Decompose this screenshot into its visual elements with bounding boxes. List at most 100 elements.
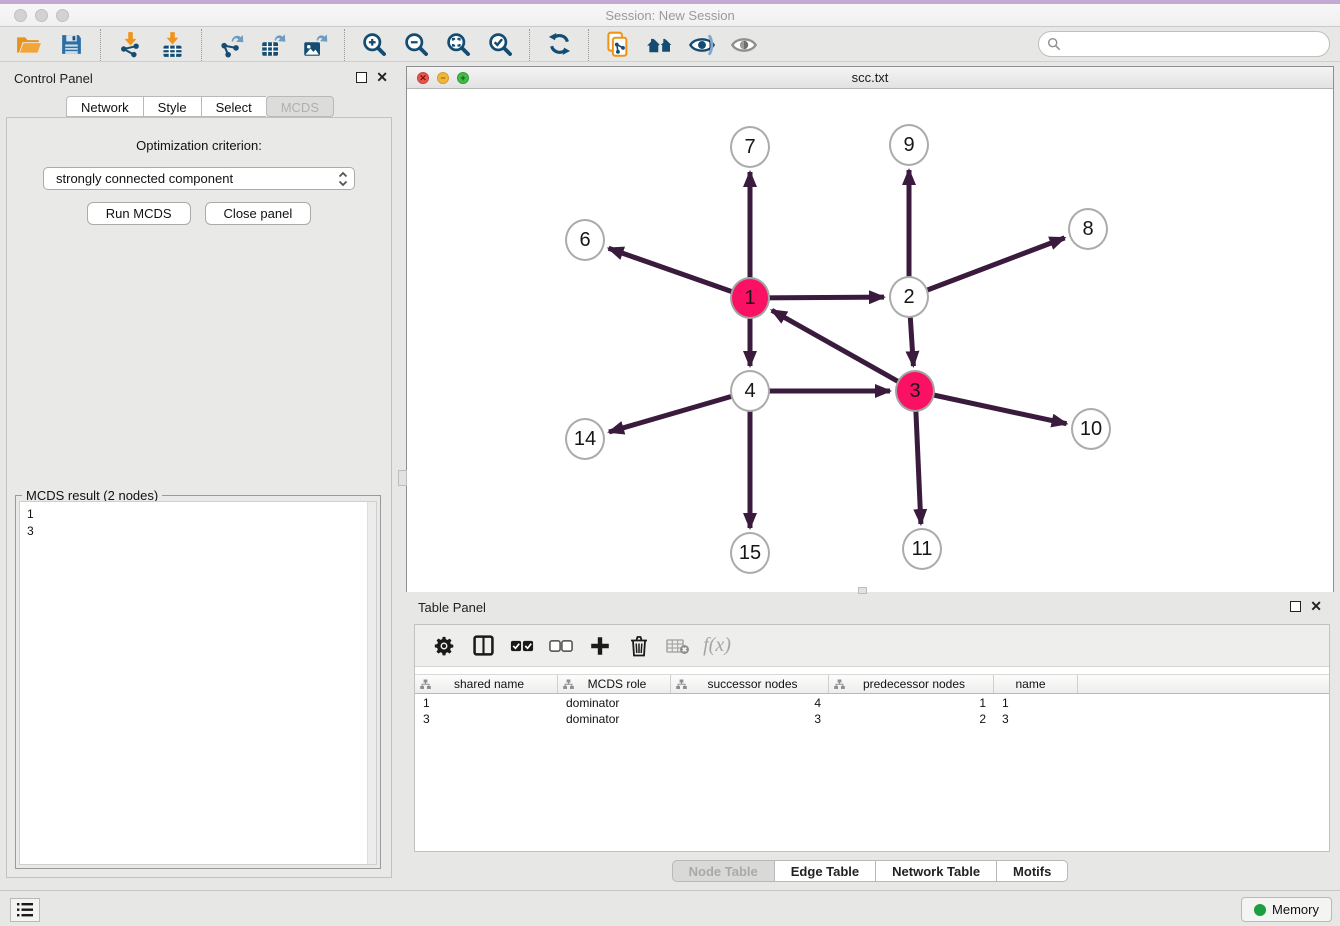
table-cell[interactable]: 1 <box>994 695 1078 711</box>
table-cell[interactable]: 1 <box>829 695 994 711</box>
tab-node-table[interactable]: Node Table <box>672 860 774 882</box>
show-all-icon <box>729 30 759 60</box>
memory-button[interactable]: Memory <box>1241 897 1332 922</box>
result-line: 3 <box>27 523 376 540</box>
table-cell[interactable]: 1 <box>415 695 558 711</box>
titlebar: Session: New Session <box>0 4 1340 27</box>
export-image-icon[interactable] <box>300 30 330 60</box>
graph-node-10[interactable]: 10 <box>1071 408 1111 450</box>
table-row[interactable]: 3dominator323 <box>415 711 1329 727</box>
toolbar-separator <box>588 29 589 61</box>
close-panel-button[interactable]: Close panel <box>205 202 312 225</box>
zoom-out-icon[interactable] <box>401 30 431 60</box>
mcds-result-box: MCDS result (2 nodes) 1 3 <box>15 495 381 869</box>
search-input[interactable] <box>1066 37 1329 52</box>
table-cell[interactable]: dominator <box>558 695 671 711</box>
table-cell[interactable]: 3 <box>994 711 1078 727</box>
tab-motifs[interactable]: Motifs <box>996 860 1068 882</box>
import-network-icon[interactable] <box>115 30 145 60</box>
graph-node-2[interactable]: 2 <box>889 276 929 318</box>
float-panel-icon[interactable] <box>356 72 367 83</box>
column-header-name[interactable]: name <box>994 675 1078 693</box>
graph-edge[interactable] <box>609 391 750 432</box>
task-history-button[interactable] <box>10 898 40 922</box>
optimization-criterion-dropdown[interactable]: strongly connected component <box>43 167 355 190</box>
column-header-predecessor-nodes[interactable]: predecessor nodes <box>829 675 994 693</box>
graph-edges <box>407 89 1333 592</box>
new-network-from-selection-icon[interactable] <box>603 30 633 60</box>
panel-splitter-handle[interactable] <box>398 470 407 486</box>
table-panel-title: Table Panel <box>418 600 486 615</box>
gear-icon[interactable] <box>427 631 461 661</box>
tab-edge-table[interactable]: Edge Table <box>774 860 875 882</box>
hide-selected-icon[interactable] <box>687 30 717 60</box>
graph-node-1[interactable]: 1 <box>730 277 770 319</box>
graph-node-11[interactable]: 11 <box>902 528 942 570</box>
graph-node-14[interactable]: 14 <box>565 418 605 460</box>
graph-node-4[interactable]: 4 <box>730 370 770 412</box>
graph-edge[interactable] <box>750 297 884 298</box>
column-layout-icon[interactable] <box>466 631 500 661</box>
import-table-icon[interactable] <box>157 30 187 60</box>
main-toolbar <box>0 28 1340 62</box>
optimization-criterion-label: Optimization criterion: <box>7 138 391 153</box>
first-neighbors-icon[interactable] <box>645 30 675 60</box>
close-table-panel-icon[interactable]: ✕ <box>1310 601 1322 612</box>
export-table-icon[interactable] <box>258 30 288 60</box>
table-header-row: shared nameMCDS rolesuccessor nodesprede… <box>415 674 1329 694</box>
control-panel: Control Panel ✕ Network Style Select MCD… <box>0 66 400 888</box>
zoom-fit-icon[interactable] <box>443 30 473 60</box>
graph-edge[interactable] <box>772 310 915 391</box>
list-icon <box>16 902 34 918</box>
toolbar-separator <box>201 29 202 61</box>
toolbar-separator <box>100 29 101 61</box>
graph-node-9[interactable]: 9 <box>889 124 929 166</box>
network-window-titlebar[interactable]: ✕ − + scc.txt <box>407 67 1333 89</box>
window-title: Session: New Session <box>0 8 1340 23</box>
open-folder-icon[interactable] <box>14 30 44 60</box>
horizontal-splitter-handle[interactable] <box>858 587 867 594</box>
result-scrollbar[interactable] <box>367 502 376 864</box>
table-cell[interactable]: dominator <box>558 711 671 727</box>
graph-node-8[interactable]: 8 <box>1068 208 1108 250</box>
close-panel-icon[interactable]: ✕ <box>376 72 388 83</box>
table-cell[interactable]: 3 <box>415 711 558 727</box>
graph-node-6[interactable]: 6 <box>565 219 605 261</box>
tab-select[interactable]: Select <box>201 96 266 117</box>
add-column-icon[interactable] <box>583 631 617 661</box>
tab-network-table[interactable]: Network Table <box>875 860 996 882</box>
tab-network[interactable]: Network <box>66 96 143 117</box>
network-canvas[interactable]: 7 9 6 8 1 2 4 3 14 10 15 11 <box>407 89 1333 592</box>
zoom-in-icon[interactable] <box>359 30 389 60</box>
save-icon[interactable] <box>56 30 86 60</box>
delete-column-icon[interactable] <box>622 631 656 661</box>
column-header-successor-nodes[interactable]: successor nodes <box>671 675 829 693</box>
table-row[interactable]: 1dominator411 <box>415 695 1329 711</box>
graph-edge[interactable] <box>915 391 1067 424</box>
table-cell[interactable]: 3 <box>671 711 829 727</box>
refresh-icon[interactable] <box>544 30 574 60</box>
memory-status-icon <box>1254 904 1266 916</box>
graph-edge[interactable] <box>909 238 1065 297</box>
float-table-panel-icon[interactable] <box>1290 601 1301 612</box>
table-cell[interactable]: 4 <box>671 695 829 711</box>
run-mcds-button[interactable]: Run MCDS <box>87 202 191 225</box>
memory-label: Memory <box>1272 902 1319 917</box>
tab-style[interactable]: Style <box>143 96 201 117</box>
column-header-MCDS-role[interactable]: MCDS role <box>558 675 671 693</box>
mcds-result-list[interactable]: 1 3 <box>19 501 377 865</box>
zoom-selected-icon[interactable] <box>485 30 515 60</box>
graph-edge[interactable] <box>609 248 750 298</box>
graph-node-3[interactable]: 3 <box>895 370 935 412</box>
select-all-icon[interactable] <box>505 631 539 661</box>
graph-node-7[interactable]: 7 <box>730 126 770 168</box>
column-header-shared-name[interactable]: shared name <box>415 675 558 693</box>
mcds-panel-body: Optimization criterion: strongly connect… <box>6 117 392 878</box>
search-field[interactable] <box>1038 31 1330 57</box>
tab-mcds[interactable]: MCDS <box>266 96 334 117</box>
chevron-updown-icon <box>338 171 348 187</box>
graph-node-15[interactable]: 15 <box>730 532 770 574</box>
export-network-icon[interactable] <box>216 30 246 60</box>
deselect-all-icon[interactable] <box>544 631 578 661</box>
table-cell[interactable]: 2 <box>829 711 994 727</box>
